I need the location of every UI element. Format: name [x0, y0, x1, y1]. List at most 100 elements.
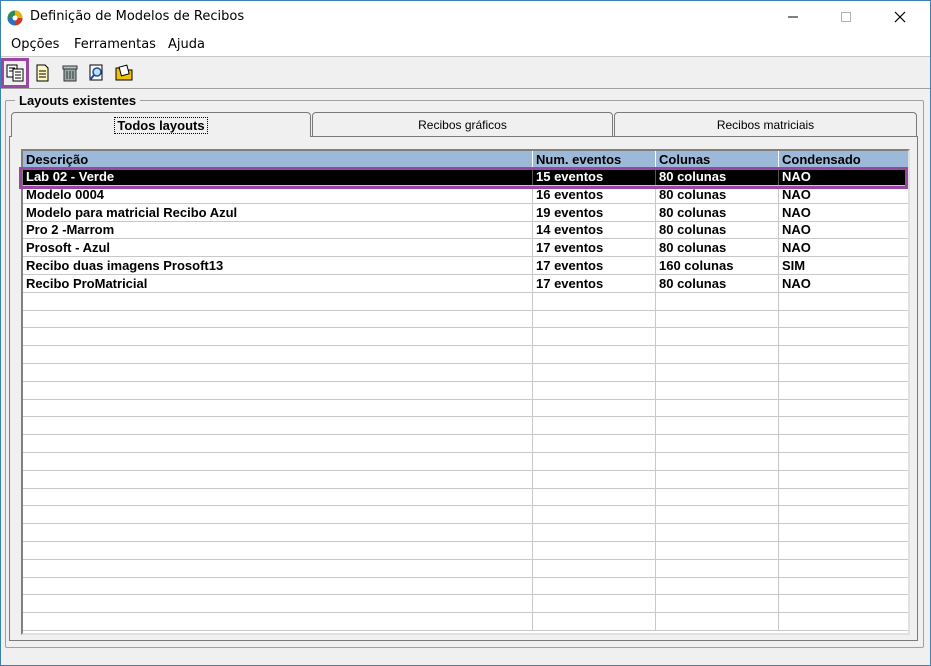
preview-layout-button[interactable]	[85, 60, 109, 86]
empty-table-row[interactable]	[23, 541, 908, 560]
maximize-button[interactable]	[823, 1, 869, 33]
toolbar	[1, 58, 930, 89]
delete-layout-button[interactable]	[58, 60, 82, 86]
cell-num-eventos: 17 eventos	[533, 239, 656, 257]
edit-layout-button[interactable]	[112, 60, 136, 86]
empty-table-row[interactable]	[23, 524, 908, 542]
table-row[interactable]: Modelo 0004 16 eventos 80 colunas NAO	[23, 185, 908, 204]
cell-colunas: 80 colunas	[656, 274, 779, 292]
empty-table-row[interactable]	[23, 506, 908, 525]
empty-table-row[interactable]	[23, 363, 908, 382]
cell-colunas	[656, 613, 779, 630]
cell-colunas	[656, 399, 779, 417]
minimize-button[interactable]	[770, 1, 816, 33]
empty-table-row[interactable]	[23, 417, 908, 436]
cell-condensado	[779, 417, 908, 434]
table-row[interactable]: Recibo ProMatricial 17 eventos 80 colunas N…	[23, 274, 908, 293]
cell-colunas	[656, 292, 779, 310]
menu-ferramentas[interactable]: Ferramentas	[74, 37, 156, 52]
minimize-icon	[788, 16, 798, 18]
cell-num-eventos	[533, 363, 656, 381]
cell-num-eventos: 17 eventos	[533, 274, 656, 292]
cell-colunas	[656, 470, 779, 488]
empty-table-row[interactable]	[23, 577, 908, 596]
cell-descricao: Lab 02 - Verde	[23, 168, 533, 185]
cell-colunas	[656, 524, 779, 541]
cell-descricao	[23, 559, 533, 577]
cell-descricao: Modelo para matricial Recibo Azul	[23, 203, 533, 221]
cell-colunas	[656, 417, 779, 435]
table-row[interactable]: Lab 02 - Verde 15 eventos 80 colunas NAO	[23, 168, 908, 186]
tab-label: Recibos gráficos	[418, 118, 507, 132]
table-row[interactable]: Pro 2 -Marrom 14 eventos 80 colunas NAO	[23, 221, 908, 240]
status-strip	[1, 649, 930, 665]
empty-table-row[interactable]	[23, 292, 908, 311]
cell-num-eventos	[533, 524, 656, 541]
copy-layout-button[interactable]	[1, 58, 29, 88]
main-window: Definição de Modelos de Recibos Opções F…	[0, 0, 931, 666]
tab-label: Todos layouts	[114, 117, 208, 134]
cell-condensado	[779, 613, 908, 630]
empty-table-row[interactable]	[23, 399, 908, 418]
cell-descricao	[23, 452, 533, 470]
tab-recibos-matriciais[interactable]: Recibos matriciais	[614, 112, 917, 136]
cell-descricao	[23, 488, 533, 506]
empty-table-row[interactable]	[23, 328, 908, 347]
app-logo-icon	[7, 10, 23, 26]
empty-table-row[interactable]	[23, 435, 908, 453]
cell-condensado: NAO	[782, 204, 811, 220]
cell-descricao: Recibo ProMatricial	[23, 274, 533, 292]
close-button[interactable]	[877, 1, 923, 33]
cell-colunas	[656, 310, 779, 328]
title-bar[interactable]: Definição de Modelos de Recibos	[1, 1, 930, 33]
table-row[interactable]: Modelo para matricial Recibo Azul 19 even…	[23, 203, 908, 222]
cell-num-eventos	[533, 452, 656, 470]
layouts-grid[interactable]: Descrição Num. eventos Colunas Condensad…	[21, 149, 910, 635]
cell-num-eventos	[533, 595, 656, 613]
empty-table-row[interactable]	[23, 595, 908, 614]
cell-descricao: Modelo 0004	[23, 185, 533, 203]
cell-num-eventos	[533, 292, 656, 310]
cell-condensado	[779, 293, 908, 310]
column-header-descricao[interactable]: Descrição	[23, 151, 533, 168]
preview-magnifier-icon	[89, 64, 103, 81]
column-header-condensado[interactable]: Condensado	[779, 151, 908, 168]
cell-num-eventos: 15 eventos	[533, 168, 656, 185]
cell-condensado	[779, 346, 908, 363]
cell-descricao: Prosoft - Azul	[23, 239, 533, 257]
cell-descricao	[23, 328, 533, 346]
cell-condensado: NAO	[782, 186, 811, 202]
table-row[interactable]: Prosoft - Azul 17 eventos 80 colunas NAO	[23, 239, 908, 258]
cell-num-eventos	[533, 381, 656, 399]
cell-descricao: Pro 2 -Marrom	[23, 221, 533, 239]
empty-table-row[interactable]	[23, 452, 908, 471]
cell-condensado	[779, 453, 908, 470]
empty-table-row[interactable]	[23, 559, 908, 578]
tab-todos-layouts[interactable]: Todos layouts	[11, 112, 311, 137]
cell-condensado	[779, 435, 908, 452]
empty-table-row[interactable]	[23, 310, 908, 329]
cell-descricao: Recibo duas imagens Prosoft13	[23, 257, 533, 274]
column-header-colunas[interactable]: Colunas	[656, 151, 779, 168]
cell-colunas	[656, 452, 779, 470]
new-layout-button[interactable]	[30, 60, 54, 86]
empty-table-row[interactable]	[23, 346, 908, 364]
empty-table-row[interactable]	[23, 613, 908, 631]
empty-table-row[interactable]	[23, 381, 908, 400]
cell-num-eventos: 17 eventos	[533, 257, 656, 274]
column-header-num-eventos[interactable]: Num. eventos	[533, 151, 656, 168]
cell-condensado	[779, 310, 908, 327]
menu-ajuda[interactable]: Ajuda	[168, 37, 205, 52]
empty-table-row[interactable]	[23, 488, 908, 507]
recycle-bin-icon	[62, 65, 78, 82]
cell-colunas: 80 colunas	[656, 185, 779, 203]
menu-opcoes[interactable]: Opções	[11, 37, 59, 52]
table-row[interactable]: Recibo duas imagens Prosoft13 17 eventos 1…	[23, 257, 908, 275]
empty-table-row[interactable]	[23, 470, 908, 489]
cell-num-eventos	[533, 506, 656, 524]
cell-descricao	[23, 613, 533, 630]
cell-num-eventos: 19 eventos	[533, 203, 656, 221]
cell-colunas	[656, 488, 779, 506]
tab-recibos-graficos[interactable]: Recibos gráficos	[312, 112, 613, 136]
cell-colunas	[656, 328, 779, 346]
